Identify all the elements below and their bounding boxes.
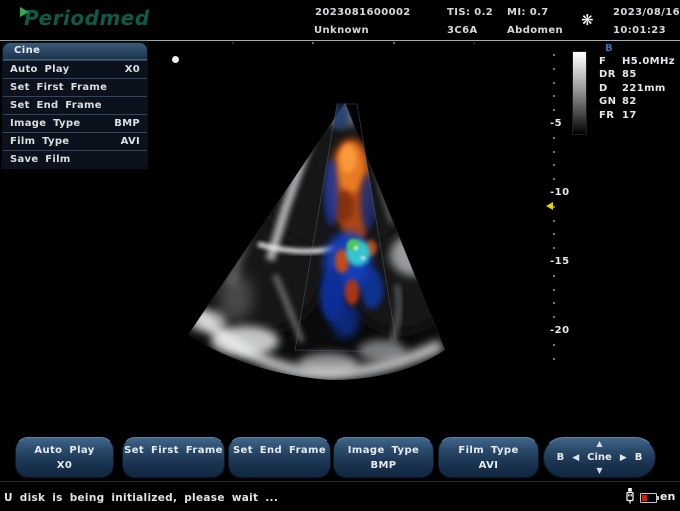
depth-tick (553, 316, 555, 318)
logo-triangle-icon (20, 7, 29, 17)
system-date: 2023/08/16 (613, 7, 680, 18)
depth-tick (553, 151, 555, 153)
depth-tick (553, 275, 555, 277)
set-first-frame-button[interactable]: Set First Frame (122, 437, 225, 478)
tis-value: TIS: 0.2 (447, 7, 493, 18)
freeze-icon: ❋ (581, 11, 594, 29)
depth-label: -5 (550, 118, 562, 129)
cine-nav-control[interactable]: ▲ B ◀ Cine ▶ B ▼ (543, 437, 656, 478)
set-end-frame-button[interactable]: Set End Frame (228, 437, 331, 478)
auto-play-button[interactable]: Auto Play X0 (15, 437, 114, 478)
context-menu-title: Cine (3, 43, 147, 60)
depth-tick (553, 95, 555, 97)
language-indicator[interactable]: en (660, 490, 675, 503)
battery-icon (640, 493, 657, 503)
grayscale-bar (572, 51, 587, 135)
depth-tick (553, 206, 555, 208)
system-time: 10:01:23 (613, 25, 666, 36)
depth-tick (553, 289, 555, 291)
depth-tick (553, 233, 555, 235)
depth-tick (553, 164, 555, 166)
depth-tick (553, 247, 555, 249)
cine-context-menu: Cine Auto Play X0 Set First Frame Set En… (2, 42, 148, 169)
mode-b-right-label: B (635, 452, 643, 463)
menu-item-set-first-frame[interactable]: Set First Frame (3, 78, 147, 96)
depth-tick (553, 220, 555, 222)
depth-tick (553, 344, 555, 346)
depth-label: -20 (550, 325, 570, 336)
menu-item-auto-play[interactable]: Auto Play X0 (3, 60, 147, 78)
image-params: F H5.0MHz DR 85 D 221mm GN 82 FR 17 (599, 55, 675, 122)
patient-id: 2023081600002 (315, 7, 411, 18)
focus-marker-icon (546, 202, 553, 210)
depth-tick (553, 82, 555, 84)
menu-item-film-type[interactable]: Film Type AVI (3, 132, 147, 150)
param-row-depth: D 221mm (599, 82, 675, 95)
film-type-button[interactable]: Film Type AVI (438, 437, 539, 478)
image-type-button[interactable]: Image Type BMP (333, 437, 434, 478)
cine-prev-arrow-icon[interactable]: ◀ (572, 453, 579, 463)
status-message: U disk is being initialized, please wait… (4, 492, 278, 504)
cine-next-arrow-icon[interactable]: ▶ (620, 453, 627, 463)
cine-nav-label: Cine (587, 452, 612, 463)
mi-value: MI: 0.7 (507, 7, 549, 18)
menu-item-image-type[interactable]: Image Type BMP (3, 114, 147, 132)
depth-tick (553, 302, 555, 304)
depth-ruler: -5 -10 -15 -20 (550, 54, 572, 364)
depth-label: -10 (550, 187, 570, 198)
probe-model: 3C6A (447, 25, 478, 36)
cine-down-arrow-icon[interactable]: ▼ (544, 467, 655, 475)
param-row-frame-rate: FR 17 (599, 109, 675, 122)
periodmed-logo: Periodmed (24, 6, 150, 30)
ultrasound-image (150, 42, 560, 392)
logo-text: Periodmed (24, 6, 150, 30)
depth-tick (553, 68, 555, 70)
depth-tick (553, 358, 555, 360)
exam-preset: Abdomen (507, 25, 563, 36)
param-row-gain: GN 82 (599, 95, 675, 108)
depth-label: -15 (550, 256, 570, 267)
mode-b-indicator: B (605, 43, 613, 54)
patient-name: Unknown (314, 25, 369, 36)
param-row-frequency: F H5.0MHz (599, 55, 675, 68)
depth-tick (553, 178, 555, 180)
mode-b-left-label: B (557, 452, 565, 463)
depth-tick (553, 137, 555, 139)
depth-tick (553, 54, 555, 56)
depth-tick (553, 109, 555, 111)
param-row-dynamic-range: DR 85 (599, 68, 675, 81)
top-bar: Periodmed 2023081600002 Unknown TIS: 0.2… (0, 0, 680, 41)
usb-icon (624, 487, 636, 504)
menu-item-set-end-frame[interactable]: Set End Frame (3, 96, 147, 114)
menu-item-save-film[interactable]: Save Film (3, 150, 147, 168)
status-bar: U disk is being initialized, please wait… (0, 481, 680, 511)
